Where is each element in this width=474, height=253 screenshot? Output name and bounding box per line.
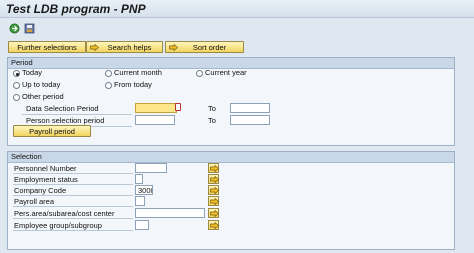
multiple-selection-button[interactable]	[208, 163, 219, 173]
data-selection-period-label: Data Selection Period	[26, 104, 99, 113]
company-code-field[interactable]: 3000	[135, 185, 153, 195]
sort-order-label: Sort order	[192, 42, 227, 52]
employee-group-field[interactable]	[135, 220, 149, 230]
radio-from-today-label: From today	[114, 80, 152, 89]
multiple-selection-button[interactable]	[208, 185, 219, 195]
search-helps-button[interactable]: Search helps	[86, 41, 163, 53]
radio-up-to-today[interactable]	[13, 82, 20, 89]
radio-current-month[interactable]	[105, 70, 112, 77]
payroll-period-button[interactable]: Payroll period	[13, 125, 91, 137]
radio-other-period[interactable]	[13, 94, 20, 101]
multiple-selection-button[interactable]	[208, 196, 219, 206]
radio-current-month-label: Current month	[114, 68, 162, 77]
radio-from-today[interactable]	[105, 82, 112, 89]
payroll-period-label: Payroll period	[29, 126, 75, 136]
arrow-right-icon	[90, 44, 99, 51]
divider	[22, 114, 132, 115]
arrow-right-icon	[169, 44, 178, 51]
arrow-right-icon	[210, 165, 219, 172]
save-variant-icon[interactable]	[24, 23, 35, 34]
data-selection-to-field[interactable]	[230, 103, 270, 113]
person-selection-from-field[interactable]	[135, 115, 175, 125]
radio-up-to-today-label: Up to today	[22, 80, 61, 89]
matchcode-icon[interactable]	[175, 103, 181, 111]
arrow-right-icon	[210, 187, 219, 194]
divider	[13, 230, 133, 231]
radio-today[interactable]	[13, 70, 20, 77]
further-selections-button[interactable]: Further selections	[8, 41, 86, 53]
data-selection-from-field[interactable]	[135, 103, 177, 113]
employment-status-field[interactable]	[135, 174, 143, 184]
sort-order-button[interactable]: Sort order	[165, 41, 244, 53]
execute-icon[interactable]	[9, 23, 20, 34]
radio-other-period-label: Other period	[22, 92, 64, 101]
payroll-area-field[interactable]	[135, 196, 145, 206]
multiple-selection-button[interactable]	[208, 220, 219, 230]
arrow-right-icon	[210, 176, 219, 183]
divider	[13, 206, 133, 207]
radio-today-label: Today	[22, 68, 43, 77]
person-selection-to-field[interactable]	[230, 115, 270, 125]
multiple-selection-button[interactable]	[208, 208, 219, 218]
arrow-right-icon	[210, 198, 219, 205]
personnel-number-field[interactable]	[135, 163, 167, 173]
further-selections-label: Further selections	[17, 42, 77, 52]
divider	[13, 173, 133, 174]
radio-current-year[interactable]	[196, 70, 203, 77]
to-label: To	[208, 116, 216, 125]
selection-header: Selection	[8, 152, 454, 163]
pers-area-field[interactable]	[135, 208, 205, 218]
divider	[13, 218, 133, 219]
divider	[13, 195, 133, 196]
to-label: To	[208, 104, 216, 113]
arrow-right-icon	[210, 210, 219, 217]
search-helps-label: Search helps	[107, 42, 152, 52]
divider	[13, 184, 133, 185]
arrow-right-icon	[210, 222, 219, 229]
window-title: Test LDB program - PNP	[6, 2, 146, 16]
multiple-selection-button[interactable]	[208, 174, 219, 184]
radio-current-year-label: Current year	[205, 68, 247, 77]
